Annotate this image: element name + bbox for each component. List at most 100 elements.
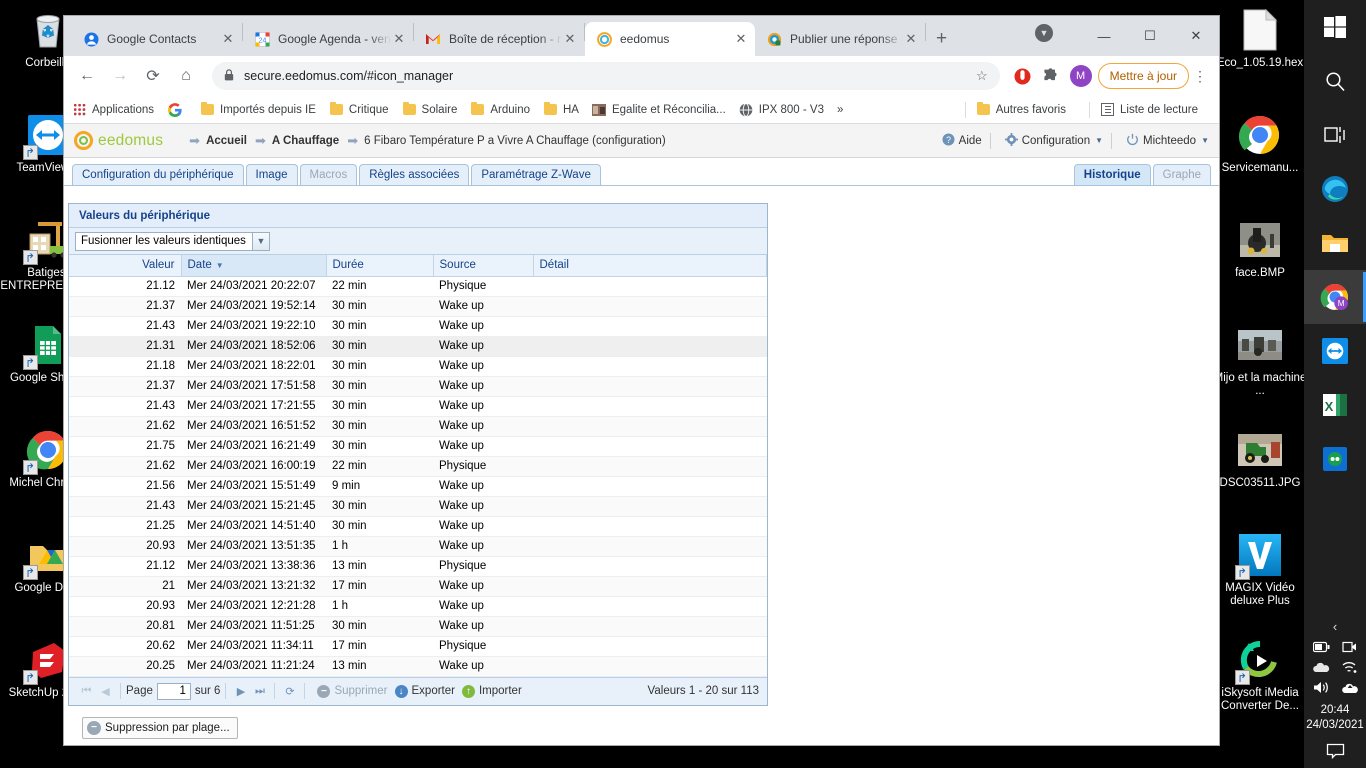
reading-list-button[interactable]: Liste de lecture [1100,102,1198,117]
bookmark-ipx-800-v3[interactable]: IPX 800 - V3 [739,102,824,117]
table-row[interactable]: 21.62Mer 24/03/2021 16:00:1922 minPhysiq… [69,456,767,476]
address-bar[interactable]: secure.eedomus.com/#icon_manager ☆ [212,62,1000,90]
desktop-icon-eco-hex[interactable]: Eco_1.05.19.hex [1212,6,1308,102]
bookmark-ha[interactable]: HA [543,102,579,117]
desktop-icon-mijo[interactable]: Mijo et la machine ... [1212,321,1308,417]
browser-tab-3[interactable]: eedomus ✕ [585,22,755,56]
tab-image[interactable]: Image [246,164,298,185]
table-row[interactable]: 21.75Mer 24/03/2021 16:21:4930 minWake u… [69,436,767,456]
close-button[interactable]: ✕ [1173,20,1219,52]
chrome-menu-button[interactable]: ⋮ [1189,68,1211,85]
tab-regles-associees[interactable]: Règles associées [359,164,469,185]
table-row[interactable]: 21.31Mer 24/03/2021 18:52:0630 minWake u… [69,336,767,356]
excel-button[interactable]: X [1304,378,1366,432]
desktop-icon-magix[interactable]: MAGIX Vidéo deluxe Plus [1212,531,1308,627]
export-button[interactable]: ↓ Exporter [395,685,455,698]
column-header-valeur[interactable]: Valeur [69,255,181,276]
tab-historique[interactable]: Historique [1074,164,1151,185]
refresh-button[interactable]: ⟳ [280,685,299,698]
prev-page-button[interactable]: ◀ [96,685,115,698]
bookmark-arduino[interactable]: Arduino [470,102,530,117]
column-header-duree[interactable]: Durée [326,255,433,276]
browser-tab-0[interactable]: Google Contacts ✕ [72,22,242,56]
tab-configuration-du-peripherique[interactable]: Configuration du périphérique [72,164,244,185]
table-row[interactable]: 21.12Mer 24/03/2021 20:22:0722 minPhysiq… [69,276,767,296]
table-row[interactable]: 20.81Mer 24/03/2021 11:51:2530 minWake u… [69,616,767,636]
minimize-button[interactable]: — [1081,20,1127,52]
bookmark-solaire[interactable]: Solaire [402,102,458,117]
page-number-input[interactable]: 1 [157,683,191,700]
bookmark-overflow-button[interactable]: » [837,104,843,116]
tab-close-icon[interactable]: ✕ [903,31,919,47]
tab-close-icon[interactable]: ✕ [220,31,236,47]
bookmark-applications[interactable]: Applications [72,102,154,117]
blue-app-button[interactable] [1304,432,1366,486]
table-row[interactable]: 20.93Mer 24/03/2021 12:21:281 hWake up [69,596,767,616]
table-row[interactable]: 21.37Mer 24/03/2021 19:52:1430 minWake u… [69,296,767,316]
battery-icon[interactable] [1313,641,1330,653]
table-row[interactable]: 21.43Mer 24/03/2021 15:21:4530 minWake u… [69,496,767,516]
table-row[interactable]: 21.56Mer 24/03/2021 15:51:499 minWake up [69,476,767,496]
tab-close-icon[interactable]: ✕ [733,31,749,47]
volume-icon[interactable] [1313,681,1331,694]
task-view-button[interactable] [1304,108,1366,162]
bookmark-egalite-et-reconciliation[interactable]: Egalite et Réconcilia... [592,102,726,117]
table-row[interactable]: 21.18Mer 24/03/2021 18:22:0130 minWake u… [69,356,767,376]
chevron-down-icon[interactable]: ▼ [252,233,269,250]
browser-tab-1[interactable]: 24 Google Agenda - ven ✕ [243,22,413,56]
table-row[interactable]: 20.93Mer 24/03/2021 13:51:351 hWake up [69,536,767,556]
tab-parametrage-z-wave[interactable]: Paramétrage Z-Wave [471,164,601,185]
breadcrumb-item-accueil[interactable]: Accueil [206,135,247,147]
start-button[interactable] [1304,0,1366,54]
tab-macros[interactable]: Macros [300,164,358,185]
camera-icon[interactable] [1342,640,1357,654]
file-explorer-button[interactable] [1304,216,1366,270]
desktop-icon-servicemanual[interactable]: Servicemanu... [1212,111,1308,207]
bookmark-google[interactable] [167,102,187,117]
delete-button[interactable]: − Supprimer [317,685,387,698]
breadcrumb-item-a-chauffage[interactable]: A Chauffage [272,135,339,147]
user-menu[interactable]: Michteedo ▼ [1126,133,1209,149]
puzzle-icon[interactable] [1038,63,1064,89]
search-button[interactable] [1304,54,1366,108]
profile-avatar[interactable]: M [1070,65,1092,87]
tab-close-icon[interactable]: ✕ [391,31,407,47]
table-row[interactable]: 21.62Mer 24/03/2021 16:51:5230 minWake u… [69,416,767,436]
table-row[interactable]: 20.62Mer 24/03/2021 11:34:1117 minPhysiq… [69,636,767,656]
bookmark-star-icon[interactable]: ☆ [976,68,988,84]
help-button[interactable]: ? Aide [942,133,982,149]
teamviewer-button[interactable] [1304,324,1366,378]
desktop-icon-dsc03511[interactable]: DSC03511.JPG [1212,426,1308,522]
import-button[interactable]: ↑ Importer [462,685,522,698]
table-row[interactable]: 21.25Mer 24/03/2021 14:51:4030 minWake u… [69,516,767,536]
tab-close-icon[interactable]: ✕ [562,31,578,47]
next-page-button[interactable]: ▶ [231,685,250,698]
update-button[interactable]: Mettre à jour [1098,63,1189,89]
column-header-source[interactable]: Source [433,255,533,276]
merge-values-select[interactable]: Fusionner les valeurs identiques ▼ [75,232,270,251]
tray-expand-icon[interactable]: ‹ [1333,619,1337,634]
onedrive-icon[interactable] [1313,662,1330,674]
home-button[interactable]: ⌂ [171,61,201,91]
table-row[interactable]: 21.43Mer 24/03/2021 19:22:1030 minWake u… [69,316,767,336]
desktop-icon-face-bmp[interactable]: face.BMP [1212,216,1308,312]
reload-button[interactable]: ⟳ [138,61,168,91]
browser-tab-2[interactable]: Boîte de réception - m ✕ [414,22,584,56]
new-tab-button[interactable]: + [936,28,947,50]
chrome-button[interactable]: M [1304,270,1366,324]
notification-icon[interactable] [1326,743,1345,764]
table-row[interactable]: 21.12Mer 24/03/2021 13:38:3613 minPhysiq… [69,556,767,576]
first-page-button[interactable]: ⏮ [77,685,96,698]
adblock-icon[interactable] [1010,63,1036,89]
table-row[interactable]: 21.37Mer 24/03/2021 17:51:5830 minWake u… [69,376,767,396]
bookmark-importes-depuis-ie[interactable]: Importés depuis IE [200,102,316,117]
maximize-button[interactable]: ☐ [1127,20,1173,52]
tab-graphe[interactable]: Graphe [1153,164,1211,185]
bookmark-autres-favoris[interactable]: Autres favoris [976,102,1066,117]
column-header-date[interactable]: Date▼ [181,255,326,276]
table-row[interactable]: 21.43Mer 24/03/2021 17:21:5530 minWake u… [69,396,767,416]
table-row[interactable]: 21Mer 24/03/2021 13:21:3217 minWake up [69,576,767,596]
desktop-icon-iskysoft[interactable]: iSkysoft iMedia Converter De... [1212,636,1308,732]
cloud-upload-icon[interactable] [1342,682,1358,694]
column-header-detail[interactable]: Détail [533,255,767,276]
